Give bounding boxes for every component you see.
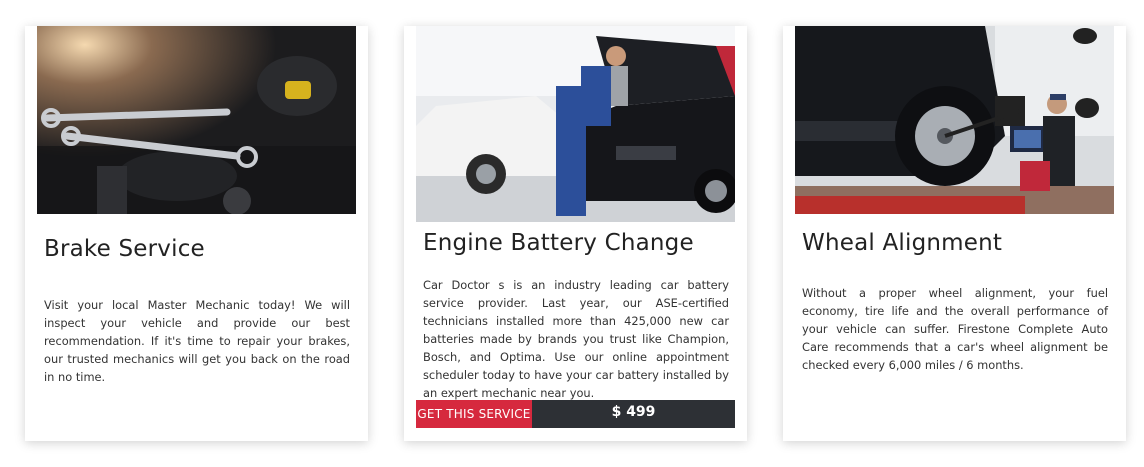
engine-wrenches-photo xyxy=(37,26,356,214)
card-description: Without a proper wheel alignment, your f… xyxy=(802,286,1108,372)
service-card-battery: Engine Battery Change Car Doctor s is an… xyxy=(404,26,747,441)
service-card-brake: Brake Service Visit your local Master Me… xyxy=(25,26,368,441)
price-label: $ 499 xyxy=(532,400,735,428)
card-title: Brake Service xyxy=(44,236,205,262)
card-description: Visit your local Master Mechanic today! … xyxy=(44,298,350,384)
card-description: Car Doctor s is an industry leading car … xyxy=(423,278,729,400)
mechanic-open-hood-photo xyxy=(416,26,735,222)
card-title: Engine Battery Change xyxy=(423,230,694,256)
card-title: Wheal Alignment xyxy=(802,230,1003,256)
service-card-alignment: Wheal Alignment Without a proper wheel a… xyxy=(783,26,1126,441)
service-action-bar: GET THIS SERVICE $ 499 xyxy=(416,400,735,428)
get-service-button[interactable]: GET THIS SERVICE xyxy=(416,400,532,428)
wheel-alignment-photo xyxy=(795,26,1114,214)
